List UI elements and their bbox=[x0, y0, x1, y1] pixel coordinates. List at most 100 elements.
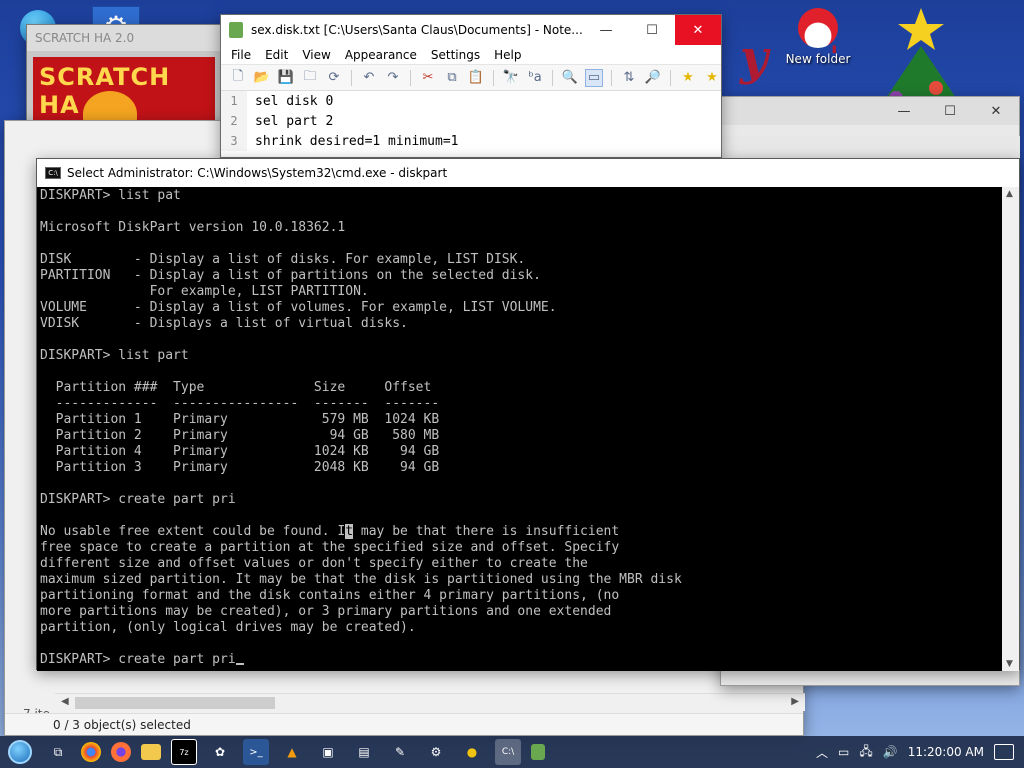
menu-appearance[interactable]: Appearance bbox=[345, 48, 417, 62]
notepad-title: sex.disk.txt [C:\Users\Santa Claus\Docum… bbox=[251, 23, 583, 37]
file-explorer-icon[interactable] bbox=[141, 744, 161, 760]
cmd-title: Select Administrator: C:\Windows\System3… bbox=[67, 166, 448, 180]
scratch-banner: SCRATCH HA bbox=[33, 57, 215, 127]
star-icon bbox=[898, 8, 944, 50]
notepad-window[interactable]: sex.disk.txt [C:\Users\Santa Claus\Docum… bbox=[220, 14, 722, 158]
network-icon[interactable]: 🖧 bbox=[859, 742, 872, 763]
editor-line: 1 sel disk 0 bbox=[221, 91, 721, 111]
app-icon[interactable]: ✿ bbox=[207, 739, 233, 765]
remote-desktop-icon[interactable]: ▣ bbox=[315, 739, 341, 765]
word-wrap-icon[interactable]: ▭ bbox=[585, 68, 603, 87]
scroll-up-icon[interactable]: ▲ bbox=[1006, 189, 1013, 199]
menu-settings[interactable]: Settings bbox=[431, 48, 480, 62]
line-number: 1 bbox=[221, 91, 247, 111]
scratch-title: SCRATCH HA 2.0 bbox=[35, 31, 135, 45]
notepad-menubar: File Edit View Appearance Settings Help bbox=[221, 45, 721, 65]
clock[interactable]: 11:20:00 AM bbox=[908, 745, 984, 759]
tray-chevron-icon[interactable]: ︿ bbox=[816, 744, 828, 761]
volume-icon[interactable]: 🔊 bbox=[883, 745, 898, 759]
cmd-window[interactable]: C:\ Select Administrator: C:\Windows\Sys… bbox=[36, 158, 1020, 671]
line-number: 3 bbox=[221, 131, 247, 151]
line-text[interactable]: sel disk 0 bbox=[247, 94, 333, 109]
control-panel-icon[interactable]: ⚙ bbox=[423, 739, 449, 765]
redo-icon[interactable]: ↷ bbox=[384, 69, 402, 87]
line-text[interactable]: shrink desired=1 minimum=1 bbox=[247, 134, 459, 149]
console-output[interactable]: DISKPART> list pat Microsoft DiskPart ve… bbox=[37, 187, 1003, 671]
scroll-thumb[interactable] bbox=[75, 697, 275, 709]
explorer-status-text: 0 / 3 object(s) selected bbox=[53, 717, 191, 732]
menu-help[interactable]: Help bbox=[494, 48, 521, 62]
santa-folder-icon bbox=[798, 8, 838, 48]
copy-icon[interactable]: ⧉ bbox=[443, 69, 461, 87]
paste-icon[interactable]: 📋 bbox=[467, 69, 485, 87]
notepad-taskbar-icon[interactable] bbox=[531, 744, 545, 760]
undo-icon[interactable]: ↶ bbox=[360, 69, 378, 87]
toolbar-separator bbox=[493, 69, 494, 86]
minimize-icon[interactable]: — bbox=[583, 15, 629, 45]
console-text-cont: may be that there is insufficient free s… bbox=[40, 524, 682, 667]
scratch-window[interactable]: SCRATCH HA 2.0 SCRATCH HA bbox=[26, 24, 222, 134]
start-button[interactable] bbox=[0, 736, 40, 768]
notepad-titlebar[interactable]: sex.disk.txt [C:\Users\Santa Claus\Docum… bbox=[221, 15, 721, 45]
scroll-right-icon[interactable]: ▶ bbox=[791, 696, 799, 707]
notepad-app-icon bbox=[229, 22, 243, 38]
notifications-icon[interactable] bbox=[994, 744, 1014, 760]
system-tray: ︿ ▭ 🖧 🔊 11:20:00 AM bbox=[816, 742, 1024, 763]
scratch-titlebar[interactable]: SCRATCH HA 2.0 bbox=[27, 25, 221, 51]
toolbar-separator bbox=[670, 69, 671, 86]
toolbar-separator bbox=[611, 69, 612, 86]
close-icon[interactable]: ✕ bbox=[675, 15, 721, 45]
explorer-horizontal-scrollbar[interactable]: ◀ ▶ bbox=[55, 693, 805, 711]
sync-scroll-icon[interactable]: ⇅ bbox=[620, 69, 638, 87]
zoom-in-icon[interactable]: 🔍 bbox=[561, 69, 579, 87]
photos-icon[interactable]: ▤ bbox=[351, 739, 377, 765]
add-bookmark-star-icon[interactable]: ★ bbox=[703, 69, 721, 87]
cut-icon[interactable]: ✂ bbox=[419, 69, 437, 87]
firefox-icon[interactable] bbox=[111, 742, 131, 762]
7zip-icon[interactable]: 7z bbox=[171, 739, 197, 765]
cmd-titlebar[interactable]: C:\ Select Administrator: C:\Windows\Sys… bbox=[37, 159, 1019, 187]
windows-logo-icon bbox=[8, 740, 32, 764]
reload-icon[interactable]: ⟳ bbox=[325, 69, 343, 87]
save-all-icon[interactable]: 🗀 bbox=[301, 69, 319, 87]
scroll-down-icon[interactable]: ▼ bbox=[1006, 659, 1013, 669]
text-cursor bbox=[235, 663, 244, 665]
save-icon[interactable]: 💾 bbox=[277, 69, 295, 87]
replace-icon[interactable]: ᵇa bbox=[526, 69, 544, 87]
wallpaper-lettering: y bbox=[740, 30, 768, 86]
console-selection[interactable]: t bbox=[345, 524, 354, 539]
chrome-icon[interactable] bbox=[81, 742, 101, 762]
notepad-editor[interactable]: 1 sel disk 0 2 sel part 2 3 shrink desir… bbox=[221, 91, 721, 151]
maximize-icon[interactable]: ☐ bbox=[927, 97, 973, 125]
scroll-left-icon[interactable]: ◀ bbox=[61, 696, 69, 707]
cmd-app-icon: C:\ bbox=[45, 167, 61, 179]
maximize-icon[interactable]: ☐ bbox=[629, 15, 675, 45]
powershell-icon[interactable]: >_ bbox=[243, 739, 269, 765]
toolbar-separator bbox=[351, 69, 352, 86]
editor-line: 3 shrink desired=1 minimum=1 bbox=[221, 131, 721, 151]
cmd-taskbar-icon[interactable]: C:\ bbox=[495, 739, 521, 765]
menu-file[interactable]: File bbox=[231, 48, 251, 62]
toolbar-separator bbox=[552, 69, 553, 86]
menu-view[interactable]: View bbox=[302, 48, 330, 62]
find-icon[interactable]: 🔭 bbox=[502, 69, 520, 87]
task-view-icon[interactable]: ⧉ bbox=[45, 739, 71, 765]
cmd-vertical-scrollbar[interactable]: ▲ ▼ bbox=[1002, 187, 1019, 671]
zoom-out-icon[interactable]: 🔎 bbox=[644, 69, 662, 87]
console-text: DISKPART> list pat Microsoft DiskPart ve… bbox=[40, 188, 557, 539]
line-text[interactable]: sel part 2 bbox=[247, 114, 333, 129]
close-icon[interactable]: ✕ bbox=[973, 97, 1019, 125]
explorer-status-bar: 0 / 3 object(s) selected bbox=[5, 713, 803, 735]
notepad-toolbar: 🗋 📂 💾 🗀 ⟳ ↶ ↷ ✂ ⧉ 📋 🔭 ᵇa 🔍 ▭ ⇅ 🔎 ★ ★ bbox=[221, 65, 721, 91]
open-folder-icon[interactable]: 📂 bbox=[253, 69, 271, 87]
line-number: 2 bbox=[221, 111, 247, 131]
desktop-icon[interactable]: ▭ bbox=[838, 745, 849, 759]
menu-edit[interactable]: Edit bbox=[265, 48, 288, 62]
tools-icon[interactable]: ✎ bbox=[387, 739, 413, 765]
background-window-titlebar[interactable]: — ☐ ✕ bbox=[721, 97, 1019, 125]
vlc-icon[interactable]: ▲ bbox=[279, 739, 305, 765]
new-file-icon[interactable]: 🗋 bbox=[229, 69, 247, 87]
minimize-icon[interactable]: — bbox=[881, 97, 927, 125]
bookmark-star-icon[interactable]: ★ bbox=[679, 69, 697, 87]
media-icon[interactable]: ● bbox=[459, 739, 485, 765]
